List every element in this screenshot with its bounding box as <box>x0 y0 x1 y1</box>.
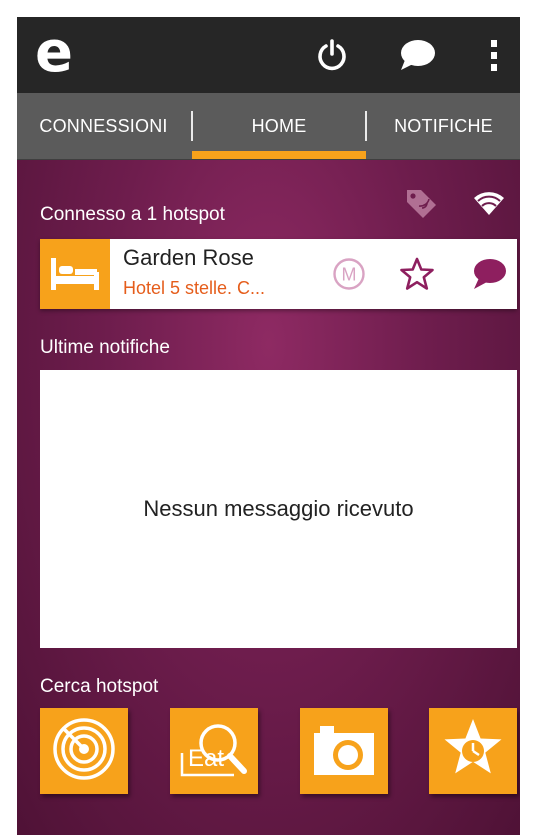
radar-icon <box>52 717 116 786</box>
bed-icon <box>40 239 110 309</box>
selected-tab-indicator <box>192 151 366 159</box>
tab-connessioni[interactable]: CONNESSIONI <box>17 93 190 159</box>
app-screen: e CONNESSIONI HOME NOTIFICHE Connesso a … <box>17 17 520 835</box>
radar-search-button[interactable] <box>40 708 128 794</box>
eat-label: Eat <box>188 745 225 772</box>
svg-text:M: M <box>342 265 357 285</box>
eat-search-button[interactable]: Eat <box>170 708 258 794</box>
camera-search-button[interactable] <box>300 708 388 794</box>
hotspot-subtitle: Hotel 5 stelle. C... <box>123 278 266 298</box>
overflow-menu-icon[interactable] <box>474 35 514 75</box>
eat-search-icon: Eat <box>178 719 250 783</box>
tab-bar: CONNESSIONI HOME NOTIFICHE <box>17 93 520 160</box>
tag-icon[interactable] <box>404 187 440 224</box>
app-logo: e <box>35 20 73 85</box>
search-header: Cerca hotspot <box>40 676 159 697</box>
connection-header: Connesso a 1 hotspot <box>40 204 225 225</box>
m-badge-icon[interactable]: M <box>327 252 371 296</box>
speech-bubble-icon[interactable] <box>467 252 511 296</box>
power-icon[interactable] <box>312 35 352 75</box>
tab-home[interactable]: HOME <box>193 93 365 159</box>
chat-icon[interactable] <box>397 35 437 75</box>
notifications-panel: Nessun messaggio ricevuto <box>40 370 517 648</box>
empty-notifications-message: Nessun messaggio ricevuto <box>143 496 414 521</box>
action-bar: e <box>17 17 520 93</box>
wifi-icon[interactable] <box>472 187 506 222</box>
notifications-header: Ultime notifiche <box>40 337 170 358</box>
tab-notifiche[interactable]: NOTIFICHE <box>367 93 520 159</box>
star-outline-icon[interactable] <box>395 252 439 296</box>
camera-icon <box>312 721 376 782</box>
star-clock-icon <box>440 717 506 786</box>
hotspot-name: Garden Rose <box>123 245 254 270</box>
hotspot-card[interactable]: Garden Rose Hotel 5 stelle. C... M <box>40 239 517 309</box>
favorites-search-button[interactable] <box>429 708 517 794</box>
